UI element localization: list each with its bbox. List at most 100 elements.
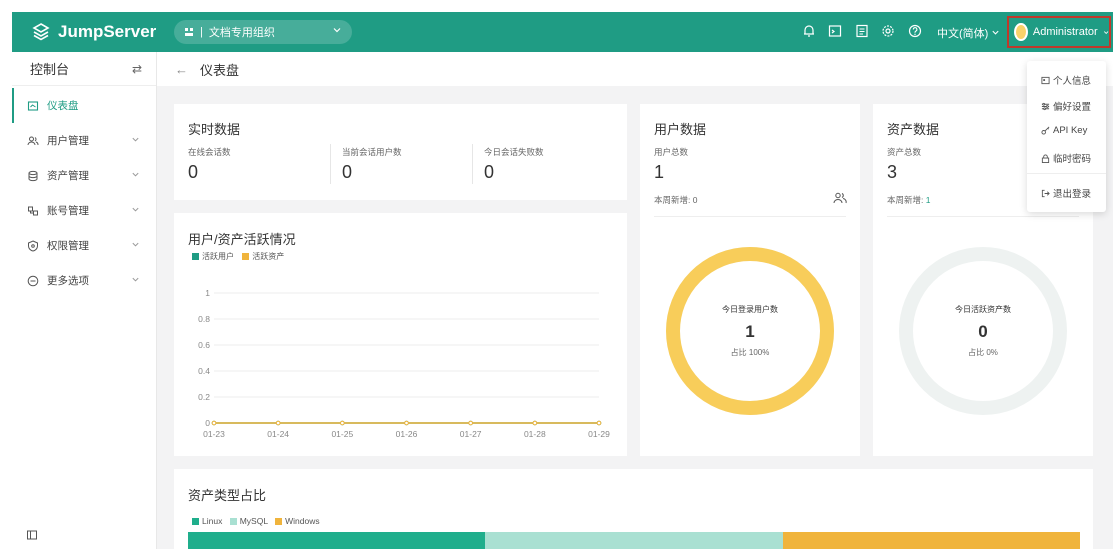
account-icon: [28, 206, 38, 215]
sidebar-item-label: 用户管理: [47, 135, 89, 147]
org-divider: |: [200, 26, 203, 38]
bar-segment-windows[interactable]: [782, 532, 1080, 549]
x-tick-label: 01-25: [331, 429, 353, 439]
data-point[interactable]: [275, 420, 281, 426]
menu-item-api-key[interactable]: API Key: [1041, 125, 1087, 136]
sidebar-item-accounts[interactable]: 账号管理: [12, 193, 156, 228]
org-icon: [185, 28, 193, 36]
legend-label: MySQL: [239, 516, 268, 526]
user-data-card: 用户数据 用户总数 1 本周新增: 0 今日登录用户数 1 占比 100%: [640, 104, 860, 456]
shield-icon: [28, 239, 38, 252]
stat-value: 0: [188, 162, 199, 182]
stat-label: 当前会话用户数: [342, 147, 402, 157]
donut-percent: 占比 0%: [968, 348, 998, 357]
top-header: JumpServer | 文档专用组织 中文(简体) Administrator: [12, 12, 1113, 52]
more-icon: [27, 275, 39, 286]
user-menu-trigger[interactable]: Administrator: [1007, 16, 1111, 48]
menu-item-label: 偏好设置: [1053, 102, 1092, 113]
menu-item-logout[interactable]: 退出登录: [1041, 186, 1091, 200]
user-dropdown-menu: 个人信息 偏好设置 API Key 临时密码 退出登录: [1027, 61, 1106, 212]
data-point[interactable]: [532, 420, 538, 426]
sidebar-item-assets[interactable]: 资产管理: [12, 158, 156, 193]
divider: [1027, 173, 1106, 174]
logo[interactable]: JumpServer: [32, 22, 156, 42]
sidebar: 控制台 ⇄ 仪表盘 用户管理 资产管理 账号管理 权限管理 更多选项: [12, 52, 157, 549]
main-content: ← 仪表盘 实时数据 在线会话数 0 当前会话用户数 0 今日会话失败数 0 用…: [157, 52, 1113, 549]
legend-swatch-windows: [275, 518, 283, 526]
list-icon[interactable]: [855, 24, 869, 38]
sidebar-header: 控制台 ⇄: [12, 52, 156, 86]
data-point[interactable]: [468, 420, 473, 426]
data-point[interactable]: [211, 420, 217, 426]
help-icon[interactable]: [908, 24, 922, 38]
x-tick-label: 01-26: [396, 429, 418, 439]
org-selector[interactable]: | 文档专用组织: [174, 20, 352, 44]
sidebar-item-more[interactable]: 更多选项: [12, 263, 156, 298]
legend-swatch-assets: [242, 253, 250, 261]
menu-item-label: 个人信息: [1053, 76, 1092, 87]
chevron-down-icon: [132, 172, 139, 177]
chart-legend: 活跃用户 活跃资产: [192, 251, 284, 262]
asset-type-title: 资产类型占比: [188, 488, 267, 503]
sidebar-item-users[interactable]: 用户管理: [12, 123, 156, 158]
dashboard-icon: [27, 100, 39, 111]
chevron-down-icon: [132, 137, 139, 142]
stat-value: 0: [342, 162, 353, 182]
x-tick-label: 01-23: [203, 429, 225, 439]
asset-type-stacked-bar: [188, 532, 1080, 549]
data-point[interactable]: [404, 420, 409, 426]
asset-icon: [28, 170, 38, 181]
collapse-sidebar-icon[interactable]: [26, 529, 38, 541]
key-icon: [1041, 126, 1050, 135]
bar-segment-mysql[interactable]: [485, 532, 783, 549]
language-label: 中文(简体): [937, 28, 989, 40]
users-icon: [27, 136, 39, 145]
data-point[interactable]: [596, 420, 602, 426]
bar-segment-linux[interactable]: [188, 532, 486, 549]
chevron-down-icon: [132, 277, 139, 282]
language-selector[interactable]: 中文(简体): [937, 25, 1000, 41]
page-title: 仪表盘: [200, 62, 240, 78]
donut-label: 今日登录用户数: [722, 305, 778, 314]
sidebar-item-permissions[interactable]: 权限管理: [12, 228, 156, 263]
asset-total-label: 资产总数: [887, 147, 922, 157]
username: Administrator: [1032, 26, 1098, 38]
data-point[interactable]: [340, 420, 345, 426]
menu-item-temp-password[interactable]: 临时密码: [1041, 151, 1091, 165]
user-data-title: 用户数据: [654, 122, 707, 137]
menu-item-preferences[interactable]: 偏好设置: [1041, 99, 1091, 113]
chevron-down-icon: [132, 207, 139, 212]
legend-swatch-users: [192, 253, 199, 261]
y-tick-label: 0.6: [198, 340, 210, 350]
legend-label: 活跃资产: [252, 252, 285, 261]
menu-item-label: 退出登录: [1053, 189, 1092, 200]
switch-icon[interactable]: ⇄: [132, 62, 142, 76]
chevron-down-icon: [333, 28, 341, 33]
profile-icon: [1041, 76, 1050, 84]
users-icon[interactable]: [833, 192, 847, 204]
bell-icon[interactable]: [802, 24, 816, 38]
preferences-icon: [1041, 102, 1050, 110]
divider: [654, 216, 846, 217]
weekly-value: 1: [925, 195, 931, 205]
menu-item-profile[interactable]: 个人信息: [1041, 73, 1091, 87]
realtime-card: 实时数据 在线会话数 0 当前会话用户数 0 今日会话失败数 0: [174, 104, 627, 200]
sidebar-item-dashboard[interactable]: 仪表盘: [12, 88, 156, 123]
activity-title: 用户/资产活跃情况: [188, 232, 296, 247]
menu-item-label: 临时密码: [1053, 154, 1092, 165]
donut-label: 今日活跃资产数: [955, 305, 1011, 314]
x-tick-label: 01-24: [267, 429, 289, 439]
y-tick-label: 0: [205, 418, 210, 428]
weekly-label: 本周新增:: [654, 195, 691, 205]
terminal-icon[interactable]: [828, 24, 842, 38]
realtime-title: 实时数据: [188, 122, 241, 137]
legend-swatch-mysql: [229, 518, 237, 526]
stat-label: 今日会话失败数: [484, 147, 544, 157]
org-label: 文档专用组织: [208, 27, 275, 39]
legend-label: Windows: [285, 516, 320, 526]
activity-line-chart: 0 0.2 0.4 0.6 0.8 1 01-23 01-24 01-25 01-26 01-27 0…: [198, 288, 610, 439]
legend-label: 活跃用户: [202, 252, 234, 261]
sidebar-item-label: 仪表盘: [47, 100, 79, 112]
settings-icon[interactable]: [881, 24, 895, 38]
back-arrow-icon[interactable]: ←: [175, 62, 188, 77]
